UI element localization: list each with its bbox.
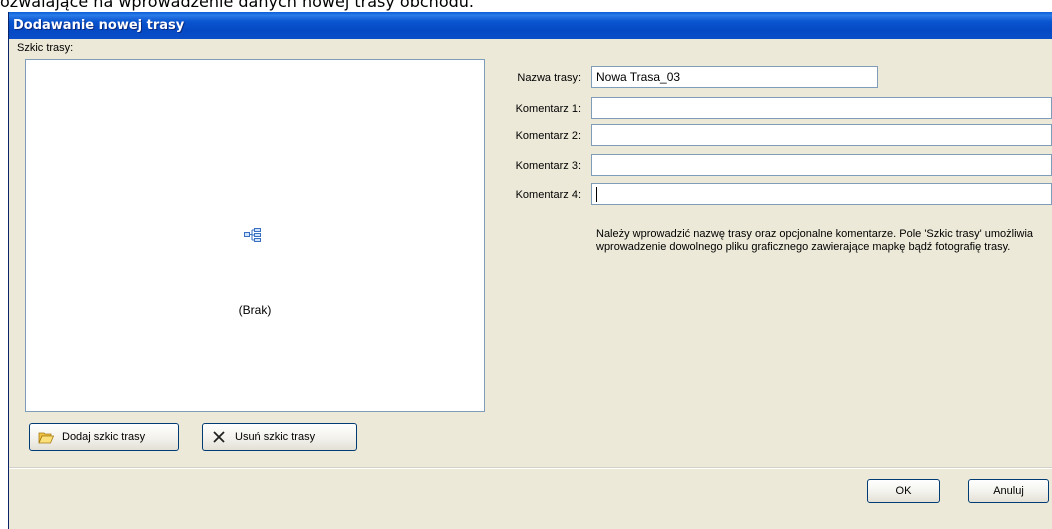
dialog-window: Dodawanie nowej trasy Szkic trasy: (Brak… xyxy=(8,12,1052,529)
ok-label: OK xyxy=(895,485,912,497)
remove-sketch-label: Usuń szkic trasy xyxy=(235,431,316,443)
comment1-input[interactable] xyxy=(591,97,1052,119)
sketch-preview: (Brak) xyxy=(25,59,485,412)
comment4-input[interactable] xyxy=(591,183,1052,205)
ok-button[interactable]: OK xyxy=(867,479,940,503)
document-caption: ozwalające na wprowadzenie danych nowej … xyxy=(0,0,474,11)
comment4-label: Komentarz 4: xyxy=(515,189,581,201)
tree-structure-icon xyxy=(244,228,261,242)
comment2-label: Komentarz 2: xyxy=(515,130,581,142)
sketch-label: Szkic trasy: xyxy=(17,42,74,54)
title-bar[interactable]: Dodawanie nowej trasy xyxy=(9,12,1052,39)
comment3-label: Komentarz 3: xyxy=(515,160,581,172)
x-delete-icon xyxy=(213,431,225,443)
dialog-title: Dodawanie nowej trasy xyxy=(13,18,185,33)
text-caret xyxy=(596,187,597,202)
add-sketch-label: Dodaj szkic trasy xyxy=(62,431,146,443)
cancel-button[interactable]: Anuluj xyxy=(968,479,1049,503)
remove-sketch-button[interactable]: Usuń szkic trasy xyxy=(202,423,357,451)
open-folder-icon xyxy=(38,432,54,444)
comment2-input[interactable] xyxy=(591,124,1052,146)
route-name-input[interactable] xyxy=(591,66,878,88)
footer-separator xyxy=(9,467,1052,469)
comment1-label: Komentarz 1: xyxy=(515,103,581,115)
help-text: Należy wprowadzić nazwę trasy oraz opcjo… xyxy=(596,228,1034,253)
sketch-empty-text: (Brak) xyxy=(238,303,272,317)
comment3-input[interactable] xyxy=(591,154,1052,176)
route-name-label: Nazwa trasy: xyxy=(517,72,581,84)
cancel-label: Anuluj xyxy=(993,485,1024,497)
add-sketch-button[interactable]: Dodaj szkic trasy xyxy=(29,423,179,451)
